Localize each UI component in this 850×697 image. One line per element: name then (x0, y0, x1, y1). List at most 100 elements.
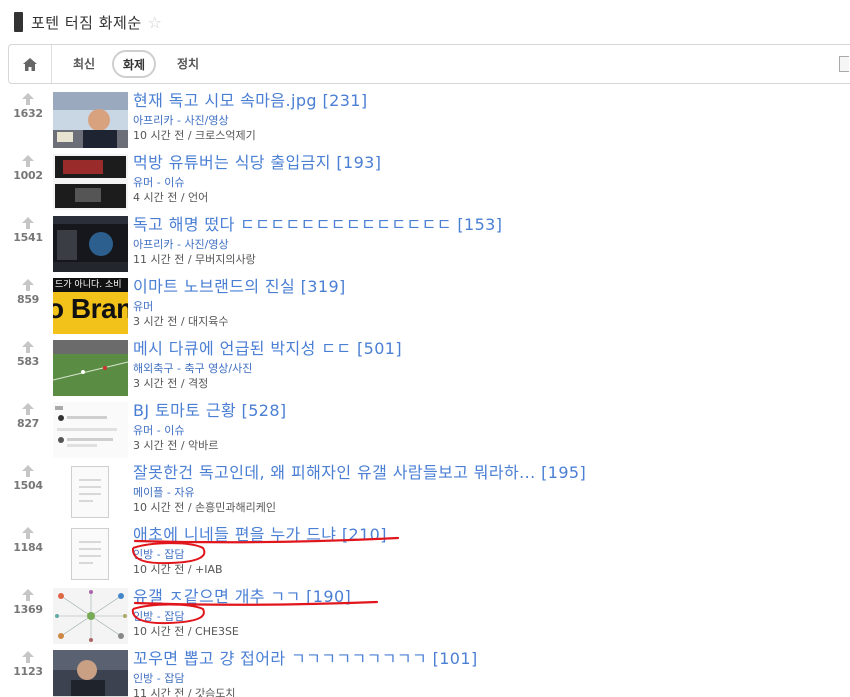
list-item: 1123 꼬우면 뽑고 걍 접어라 ㄱㄱㄱㄱㄱㄱㄱㄱㄱ [101] 인방 - 잡… (0, 648, 850, 697)
vote-box: 1184 (10, 524, 46, 554)
document-placeholder-icon (71, 528, 109, 580)
post-category-link[interactable]: 메이플 - 자유 (133, 485, 586, 500)
post-thumbnail[interactable] (53, 92, 128, 148)
vote-count: 1184 (13, 541, 43, 554)
post-thumbnail[interactable] (53, 402, 128, 458)
document-placeholder-icon (71, 466, 109, 518)
post-thumbnail[interactable] (53, 526, 128, 582)
post-category-link[interactable]: 인방 - 잡담 (133, 547, 387, 562)
favorite-star-icon[interactable]: ☆ (148, 13, 162, 32)
post-content: 꼬우면 뽑고 걍 접어라 ㄱㄱㄱㄱㄱㄱㄱㄱㄱ [101] 인방 - 잡담 11 … (133, 648, 478, 697)
vote-box: 859 (10, 276, 46, 306)
vote-box: 1002 (10, 152, 46, 182)
list-item: 1002 먹방 유튜버는 식당 출입금지 [193] 유머 - 이슈 4 시간 … (0, 152, 850, 214)
upvote-arrow-icon[interactable] (20, 526, 36, 540)
post-content: 유갤 ㅈ같으면 개추 ㄱㄱ [190] 인방 - 잡담 10 시간 전 / CH… (133, 586, 351, 639)
post-category-link[interactable]: 인방 - 잡담 (133, 609, 351, 624)
vote-count: 827 (16, 417, 40, 430)
tab-politics[interactable]: 정치 (177, 55, 199, 72)
nobrand-caption: 드가 아니다. 소비 (53, 278, 128, 292)
sort-tabbar: 최신 화제 정치 (8, 44, 850, 84)
post-meta: 3 시간 전 / 대지육수 (133, 315, 229, 328)
vote-count: 1504 (13, 479, 43, 492)
vote-box: 1632 (10, 90, 46, 120)
tab-latest[interactable]: 최신 (73, 55, 95, 72)
list-item: 1369 유갤 ㅈ같으면 개추 ㄱㄱ [190] 인방 - 잡담 10 시간 전… (0, 586, 850, 648)
tab-trending[interactable]: 화제 (112, 50, 157, 78)
chat-screenshot-image (53, 402, 128, 458)
page-header: 포텐 터짐 화제순 ☆ (14, 10, 162, 34)
post-meta: 3 시간 전 / 악바르 (133, 439, 219, 452)
post-meta: 4 시간 전 / 언어 (133, 191, 209, 204)
post-thumbnail[interactable] (53, 216, 128, 272)
vote-box: 1541 (10, 214, 46, 244)
post-title-link[interactable]: 현재 독고 시모 속마음.jpg [231] (133, 90, 368, 112)
post-thumbnail[interactable] (53, 340, 128, 396)
upvote-arrow-icon[interactable] (20, 650, 36, 664)
post-thumbnail[interactable] (53, 588, 128, 644)
vote-count: 1369 (13, 603, 43, 616)
post-category-link[interactable]: 유머 - 이슈 (133, 423, 287, 438)
upvote-arrow-icon[interactable] (20, 278, 36, 292)
post-title-link[interactable]: 유갤 ㅈ같으면 개추 ㄱㄱ [190] (133, 586, 351, 608)
list-item: 1504 잘못한건 독고인데, 왜 피해자인 유갤 사람들보고 뭐라하... [… (0, 462, 850, 524)
post-content: BJ 토마토 근황 [528] 유머 - 이슈 3 시간 전 / 악바르 (133, 400, 287, 453)
post-content: 독고 해명 떴다 ㄷㄷㄷㄷㄷㄷㄷㄷㄷㄷㄷㄷㄷㄷ [153] 아프리카 - 사진/… (133, 214, 502, 267)
vote-count: 1541 (13, 231, 43, 244)
list-item: 1632 현재 독고 시모 속마음.jpg [231] 아프리카 - 사진/영상… (0, 90, 850, 152)
post-content: 메시 다큐에 언급된 박지성 ㄷㄷ [501] 해외축구 - 축구 영상/사진 … (133, 338, 402, 391)
list-item: 1541 독고 해명 떴다 ㄷㄷㄷㄷㄷㄷㄷㄷㄷㄷㄷㄷㄷㄷ [153] 아프리카 … (0, 214, 850, 276)
upvote-arrow-icon[interactable] (20, 154, 36, 168)
screenshot-image (53, 154, 128, 210)
post-title-link[interactable]: 메시 다큐에 언급된 박지성 ㄷㄷ [501] (133, 338, 402, 360)
post-category-link[interactable]: 유머 - 이슈 (133, 175, 381, 190)
list-item: 583 메시 다큐에 언급된 박지성 ㄷㄷ [501] 해외축구 - 축구 영상… (0, 338, 850, 400)
post-meta: 11 시간 전 / 갓슴도치 (133, 687, 236, 697)
post-category-link[interactable]: 유머 (133, 299, 346, 314)
post-title-link[interactable]: 잘못한건 독고인데, 왜 피해자인 유갤 사람들보고 뭐라하... [195] (133, 462, 586, 484)
vote-count: 1123 (13, 665, 43, 678)
post-thumbnail[interactable] (53, 650, 128, 697)
post-title-link[interactable]: BJ 토마토 근황 [528] (133, 400, 287, 422)
vote-count: 583 (16, 355, 40, 368)
post-title-link[interactable]: 먹방 유튜버는 식당 출입금지 [193] (133, 152, 381, 174)
post-meta: 11 시간 전 / 무버지의사랑 (133, 253, 256, 266)
streamer-photo-image (53, 92, 128, 148)
post-title-link[interactable]: 애초에 니네들 편을 누가 드냐 [210] (133, 524, 387, 546)
person-photo-image (53, 650, 128, 697)
post-thumbnail[interactable] (53, 154, 128, 210)
post-thumbnail[interactable]: 드가 아니다. 소비 o Bran (53, 278, 128, 334)
post-content: 현재 독고 시모 속마음.jpg [231] 아프리카 - 사진/영상 10 시… (133, 90, 368, 143)
post-category-link[interactable]: 인방 - 잡담 (133, 671, 478, 686)
vote-count: 859 (16, 293, 40, 306)
upvote-arrow-icon[interactable] (20, 464, 36, 478)
home-button[interactable] (9, 45, 52, 83)
vote-box: 1123 (10, 648, 46, 678)
menu-icon[interactable] (839, 56, 849, 72)
post-thumbnail[interactable] (53, 464, 128, 520)
post-category-link[interactable]: 해외축구 - 축구 영상/사진 (133, 361, 402, 376)
network-diagram-image (53, 588, 128, 644)
soccer-field-image (53, 340, 128, 396)
post-meta: 3 시간 전 / 격정 (133, 377, 209, 390)
post-content: 먹방 유튜버는 식당 출입금지 [193] 유머 - 이슈 4 시간 전 / 언… (133, 152, 381, 205)
upvote-arrow-icon[interactable] (20, 216, 36, 230)
post-category-link[interactable]: 아프리카 - 사진/영상 (133, 113, 368, 128)
upvote-arrow-icon[interactable] (20, 92, 36, 106)
post-title-link[interactable]: 독고 해명 떴다 ㄷㄷㄷㄷㄷㄷㄷㄷㄷㄷㄷㄷㄷㄷ [153] (133, 214, 502, 236)
upvote-arrow-icon[interactable] (20, 340, 36, 354)
upvote-arrow-icon[interactable] (20, 402, 36, 416)
post-title-link[interactable]: 이마트 노브랜드의 진실 [319] (133, 276, 346, 298)
post-title-link[interactable]: 꼬우면 뽑고 걍 접어라 ㄱㄱㄱㄱㄱㄱㄱㄱㄱ [101] (133, 648, 478, 670)
upvote-arrow-icon[interactable] (20, 588, 36, 602)
list-item: 859 드가 아니다. 소비 o Bran 이마트 노브랜드의 진실 [319]… (0, 276, 850, 338)
post-content: 애초에 니네들 편을 누가 드냐 [210] 인방 - 잡담 10 시간 전 /… (133, 524, 387, 577)
list-item: 827 BJ 토마토 근황 [528] 유머 - 이슈 3 시간 전 / 악바르 (0, 400, 850, 462)
vote-box: 827 (10, 400, 46, 430)
post-category-link[interactable]: 아프리카 - 사진/영상 (133, 237, 502, 252)
vote-count: 1632 (13, 107, 43, 120)
list-item: 1184 애초에 니네들 편을 누가 드냐 [210] 인방 - 잡담 10 시… (0, 524, 850, 586)
vote-box: 583 (10, 338, 46, 368)
vote-box: 1369 (10, 586, 46, 616)
home-icon (23, 57, 37, 71)
